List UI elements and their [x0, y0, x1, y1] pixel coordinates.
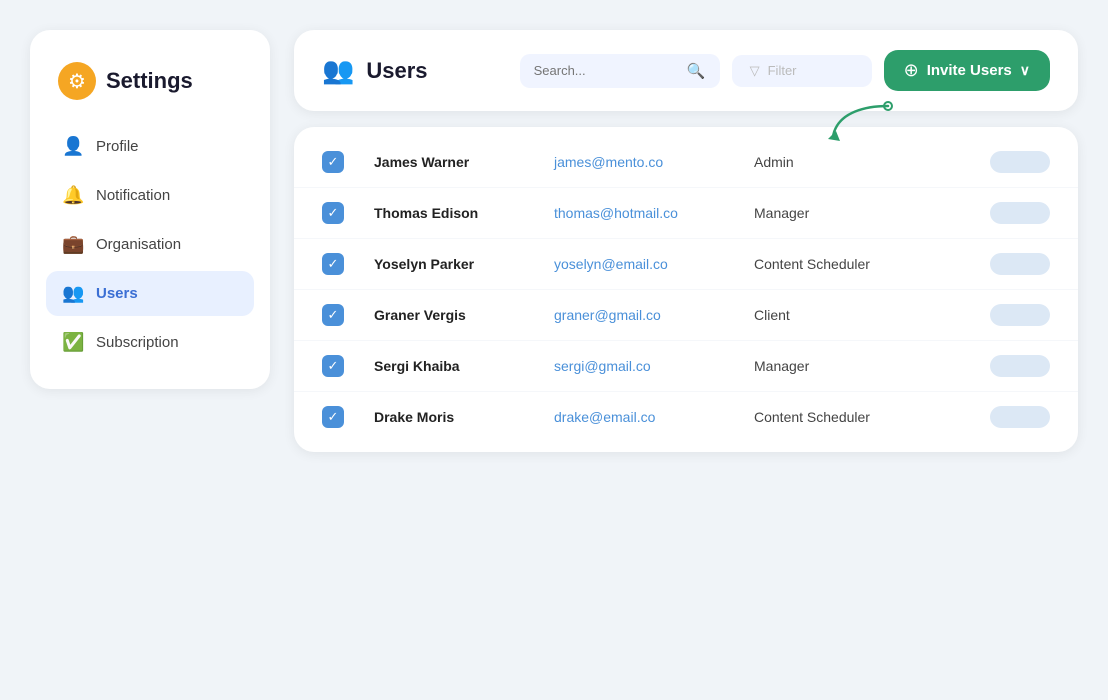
user-role: Manager	[754, 205, 970, 221]
row-checkbox-1[interactable]: ✓	[322, 151, 354, 173]
row-action	[970, 304, 1050, 326]
sidebar-item-label: Users	[96, 285, 138, 302]
checkbox-checked[interactable]: ✓	[322, 253, 344, 275]
user-name: Drake Moris	[374, 409, 554, 425]
table-row: ✓ Graner Vergis graner@gmail.co Client	[294, 290, 1078, 341]
sidebar-item-label: Notification	[96, 187, 170, 204]
action-pill[interactable]	[990, 253, 1050, 275]
user-name: Yoselyn Parker	[374, 256, 554, 272]
search-input[interactable]	[534, 63, 679, 78]
user-name: Sergi Khaiba	[374, 358, 554, 374]
users-page-title: Users	[366, 58, 427, 84]
sidebar-title: Settings	[106, 68, 193, 94]
user-role: Content Scheduler	[754, 256, 970, 272]
users-controls: 🔍 ▽ Filter ⊕ Invite Users ∨	[520, 50, 1050, 91]
sidebar-item-label: Profile	[96, 138, 139, 155]
row-action	[970, 151, 1050, 173]
chevron-down-icon: ∨	[1020, 62, 1030, 79]
checkbox-checked[interactable]: ✓	[322, 304, 344, 326]
sidebar-header: ⚙ Settings	[46, 54, 254, 120]
checkbox-checked[interactable]: ✓	[322, 202, 344, 224]
user-name: James Warner	[374, 154, 554, 170]
checkbox-checked[interactable]: ✓	[322, 151, 344, 173]
checkbox-checked[interactable]: ✓	[322, 355, 344, 377]
table-row: ✓ James Warner james@mento.co Admin	[294, 137, 1078, 188]
row-action	[970, 406, 1050, 428]
users-header-icon: 👥	[322, 55, 354, 86]
user-email: james@mento.co	[554, 154, 754, 170]
row-checkbox-5[interactable]: ✓	[322, 355, 354, 377]
user-role: Manager	[754, 358, 970, 374]
user-email: graner@gmail.co	[554, 307, 754, 323]
sidebar-item-notification[interactable]: 🔔 Notification	[46, 173, 254, 218]
user-role: Admin	[754, 154, 970, 170]
action-pill[interactable]	[990, 406, 1050, 428]
organisation-icon: 💼	[62, 234, 84, 255]
row-action	[970, 202, 1050, 224]
filter-box[interactable]: ▽ Filter	[732, 55, 872, 87]
search-box[interactable]: 🔍	[520, 54, 720, 88]
sidebar-item-subscription[interactable]: ✅ Subscription	[46, 320, 254, 365]
row-checkbox-3[interactable]: ✓	[322, 253, 354, 275]
action-pill[interactable]	[990, 355, 1050, 377]
users-header-card: 👥 Users 🔍 ▽ Filter ⊕ Invite Users ∨	[294, 30, 1078, 111]
sidebar-item-profile[interactable]: 👤 Profile	[46, 124, 254, 169]
user-name: Graner Vergis	[374, 307, 554, 323]
search-icon: 🔍	[687, 62, 706, 80]
user-email: sergi@gmail.co	[554, 358, 754, 374]
plus-icon: ⊕	[904, 60, 919, 81]
table-row: ✓ Thomas Edison thomas@hotmail.co Manage…	[294, 188, 1078, 239]
table-row: ✓ Sergi Khaiba sergi@gmail.co Manager	[294, 341, 1078, 392]
table-row: ✓ Drake Moris drake@email.co Content Sch…	[294, 392, 1078, 442]
filter-icon: ▽	[750, 63, 760, 79]
gear-icon: ⚙	[58, 62, 96, 100]
row-action	[970, 355, 1050, 377]
checkbox-checked[interactable]: ✓	[322, 406, 344, 428]
user-role: Content Scheduler	[754, 409, 970, 425]
users-header-left: 👥 Users	[322, 55, 428, 86]
sidebar-item-organisation[interactable]: 💼 Organisation	[46, 222, 254, 267]
row-action	[970, 253, 1050, 275]
notification-icon: 🔔	[62, 185, 84, 206]
app-container: ⚙ Settings 👤 Profile 🔔 Notification 💼 Or…	[0, 0, 1108, 700]
users-table-card: ✓ James Warner james@mento.co Admin ✓ Th…	[294, 127, 1078, 452]
action-pill[interactable]	[990, 202, 1050, 224]
invite-users-button[interactable]: ⊕ Invite Users ∨	[884, 50, 1050, 91]
row-checkbox-2[interactable]: ✓	[322, 202, 354, 224]
sidebar-item-label: Organisation	[96, 236, 181, 253]
filter-label: Filter	[768, 63, 797, 78]
user-name: Thomas Edison	[374, 205, 554, 221]
sidebar-item-users[interactable]: 👥 Users	[46, 271, 254, 316]
invite-button-label: Invite Users	[927, 62, 1012, 79]
action-pill[interactable]	[990, 151, 1050, 173]
row-checkbox-6[interactable]: ✓	[322, 406, 354, 428]
sidebar-item-label: Subscription	[96, 334, 179, 351]
profile-icon: 👤	[62, 136, 84, 157]
user-email: yoselyn@email.co	[554, 256, 754, 272]
user-email: thomas@hotmail.co	[554, 205, 754, 221]
user-email: drake@email.co	[554, 409, 754, 425]
row-checkbox-4[interactable]: ✓	[322, 304, 354, 326]
subscription-icon: ✅	[62, 332, 84, 353]
table-row: ✓ Yoselyn Parker yoselyn@email.co Conten…	[294, 239, 1078, 290]
main-content: 👥 Users 🔍 ▽ Filter ⊕ Invite Users ∨	[294, 30, 1078, 452]
action-pill[interactable]	[990, 304, 1050, 326]
user-role: Client	[754, 307, 970, 323]
users-icon: 👥	[62, 283, 84, 304]
sidebar: ⚙ Settings 👤 Profile 🔔 Notification 💼 Or…	[30, 30, 270, 389]
